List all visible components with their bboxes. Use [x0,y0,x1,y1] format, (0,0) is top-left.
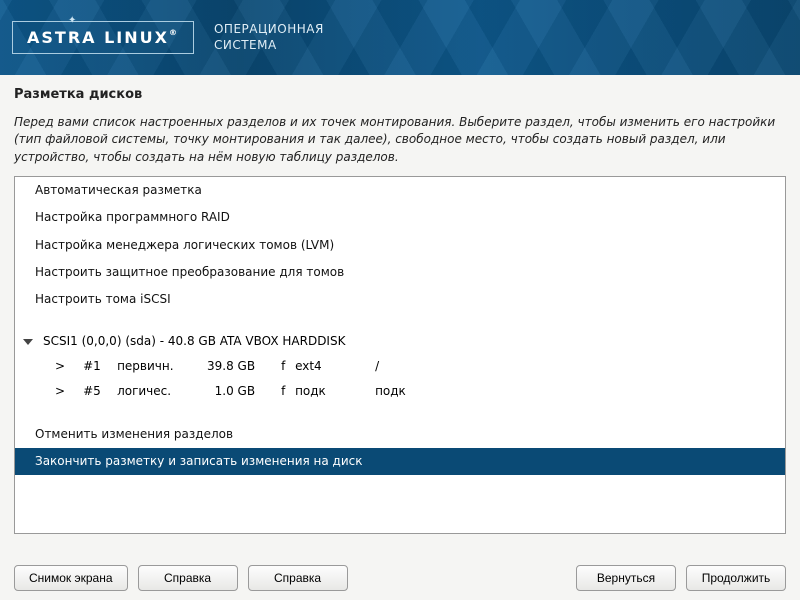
part-type: логичес. [117,382,197,401]
partition-list: Автоматическая разметка Настройка програ… [14,176,786,534]
intro-text: Перед вами список настроенных разделов и… [14,114,786,166]
part-mount: подк [375,382,435,401]
help-button-2[interactable]: Справка [248,565,348,591]
subtitle-line1: ОПЕРАЦИОННАЯ [214,22,324,38]
part-fs: подк [295,382,375,401]
partition-row[interactable]: >#5логичес.1.0 GBfподкподк [15,379,785,404]
header-content: ✦ ASTRA LINUX® ОПЕРАЦИОННАЯ СИСТЕМА [0,0,800,75]
header: ✦ ASTRA LINUX® ОПЕРАЦИОННАЯ СИСТЕМА [0,0,800,75]
menu-lvm[interactable]: Настройка менеджера логических томов (LV… [15,232,785,259]
partition-row[interactable]: >#1первичн.39.8 GBfext4/ [15,354,785,379]
part-type: первичн. [117,357,197,376]
part-num: #5 [83,382,117,401]
help-button[interactable]: Справка [138,565,238,591]
brand-text: ASTRA LINUX® [27,28,179,47]
screenshot-button[interactable]: Снимок экрана [14,565,128,591]
spacer [15,405,785,421]
disk-label: SCSI1 (0,0,0) (sda) - 40.8 GB ATA VBOX H… [43,332,345,351]
header-subtitle: ОПЕРАЦИОННАЯ СИСТЕМА [214,22,324,53]
part-size: 39.8 GB [197,357,255,376]
footer: Снимок экрана Справка Справка Вернуться … [0,555,800,600]
page-title: Разметка дисков [14,87,786,102]
continue-button[interactable]: Продолжить [686,565,786,591]
chevron-down-icon [23,339,33,345]
finish-partitioning[interactable]: Закончить разметку и записать изменения … [15,448,785,475]
subtitle-line2: СИСТЕМА [214,38,324,54]
disk-row[interactable]: SCSI1 (0,0,0) (sda) - 40.8 GB ATA VBOX H… [15,329,785,354]
menu-raid[interactable]: Настройка программного RAID [15,204,785,231]
part-size: 1.0 GB [197,382,255,401]
menu-auto-partition[interactable]: Автоматическая разметка [15,177,785,204]
back-button[interactable]: Вернуться [576,565,676,591]
menu-encrypt[interactable]: Настроить защитное преобразование для то… [15,259,785,286]
star-icon: ✦ [68,15,76,26]
part-num: #1 [83,357,117,376]
main-content: Разметка дисков Перед вами список настро… [0,75,800,555]
undo-changes[interactable]: Отменить изменения разделов [15,421,785,448]
part-flag: f [281,357,295,376]
part-flag: f [281,382,295,401]
part-fs: ext4 [295,357,375,376]
menu-iscsi[interactable]: Настроить тома iSCSI [15,286,785,313]
spacer [15,313,785,329]
brand-logo: ✦ ASTRA LINUX® [12,21,194,54]
part-mount: / [375,357,435,376]
